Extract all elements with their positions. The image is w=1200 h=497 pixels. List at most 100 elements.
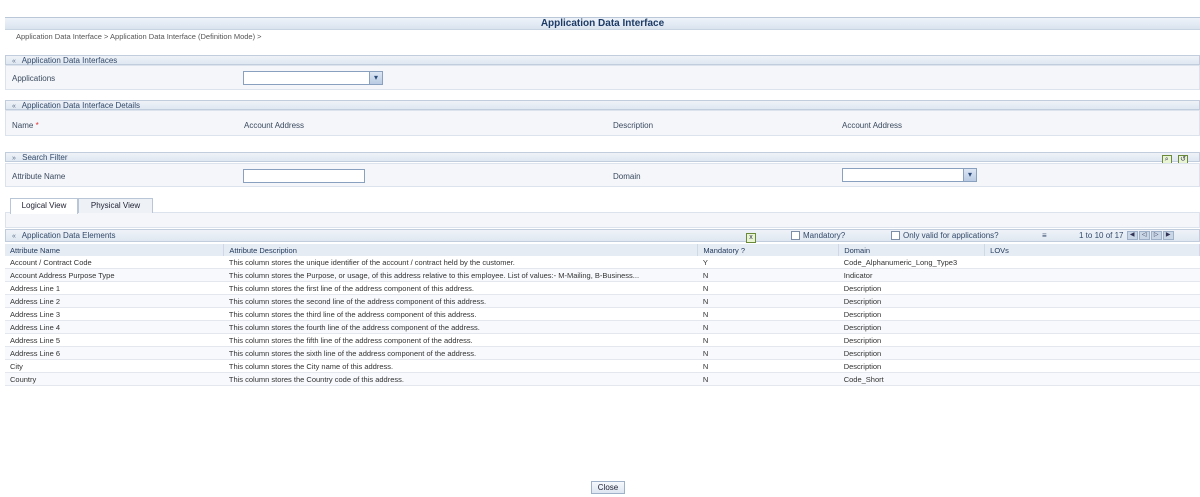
cell-domain: Description [838,346,985,360]
section-title: Search Filter [22,153,68,162]
pagination: 1 to 10 of 17 ◀ ◁ ▷ ▶ [1079,230,1174,242]
table-row[interactable]: Address Line 1 This column stores the fi… [5,281,1200,295]
cell-attribute-description: This column stores the third line of the… [223,307,698,321]
cell-mandatory: N [697,281,839,295]
cell-lovs [984,281,1200,295]
column-header-mandatory[interactable]: Mandatory ? [697,244,840,256]
section-title: Application Data Elements [21,231,116,240]
cell-lovs [984,256,1200,269]
cell-mandatory: N [697,268,839,282]
cell-lovs [984,333,1200,347]
cell-mandatory: N [697,372,839,386]
excel-export-icon[interactable]: x [746,231,756,243]
mandatory-filter-label: Mandatory? [803,231,846,240]
sort-icon[interactable]: ≡ [1042,230,1047,242]
section-header-search[interactable]: » Search Filter [5,152,1200,162]
cell-attribute-description: This column stores the first line of the… [223,281,698,295]
cell-domain: Indicator [838,268,985,282]
table-row[interactable]: Address Line 2 This column stores the se… [5,294,1200,308]
mandatory-checkbox[interactable] [791,231,800,241]
excel-icon: x [746,233,756,243]
table-row[interactable]: Country This column stores the Country c… [5,372,1200,386]
description-value: Account Address [842,121,903,130]
first-page-icon[interactable]: ◀ [1126,231,1138,241]
table-row[interactable]: Address Line 6 This column stores the si… [5,346,1200,360]
chevron-down-icon[interactable]: ▾ [963,169,976,181]
column-header-domain[interactable]: Domain [838,244,986,256]
cell-lovs [984,359,1200,373]
cell-attribute-description: This column stores the Country code of t… [223,372,698,386]
cell-attribute-description: This column stores the fifth line of the… [223,333,698,347]
cell-domain: Description [838,281,985,295]
required-mark: * [35,121,39,130]
cell-attribute-name: Account Address Purpose Type [5,268,224,282]
cell-attribute-name: Address Line 5 [5,333,224,347]
cell-domain: Description [838,359,985,373]
cell-mandatory: Y [697,256,839,269]
cell-lovs [984,294,1200,308]
prev-page-icon[interactable]: ◁ [1138,231,1150,241]
section-header-elements[interactable]: « Application Data Elements x Mandatory?… [5,229,1200,243]
cell-attribute-name: Address Line 6 [5,346,224,360]
details-row: Name * Account Address Description Accou… [5,110,1200,136]
mandatory-filter[interactable]: Mandatory? [791,230,845,242]
tab-logical-view[interactable]: Logical View [10,198,78,214]
table-row[interactable]: Address Line 3 This column stores the th… [5,307,1200,321]
applications-select[interactable]: ▾ [243,71,383,85]
close-button[interactable]: Close [591,481,625,494]
cell-attribute-description: This column stores the sixth line of the… [223,346,698,360]
valid-checkbox[interactable] [891,231,900,241]
cell-attribute-description: This column stores the City name of this… [223,359,698,373]
cell-domain: Code_Alphanumeric_Long_Type3 [838,256,985,269]
cell-mandatory: N [697,320,839,334]
cell-mandatory: N [697,359,839,373]
column-header-attribute-name[interactable]: Attribute Name [5,244,225,256]
name-value: Account Address [244,121,305,130]
pagination-text: 1 to 10 of 17 [1079,231,1124,240]
cell-domain: Description [838,333,985,347]
table-row[interactable]: Address Line 5 This column stores the fi… [5,333,1200,347]
section-title: Application Data Interface Details [21,101,140,110]
breadcrumb[interactable]: Application Data Interface > Application… [16,32,262,41]
cell-domain: Description [838,294,985,308]
table-row[interactable]: Account / Contract Code This column stor… [5,256,1200,269]
cell-lovs [984,346,1200,360]
cell-lovs [984,268,1200,282]
chevron-down-icon[interactable]: ▾ [369,72,382,84]
cell-attribute-description: This column stores the second line of th… [223,294,698,308]
collapse-icon[interactable]: « [12,103,16,110]
domain-select[interactable]: ▾ [842,168,977,182]
cell-attribute-name: Address Line 1 [5,281,224,295]
description-label: Description [613,121,654,130]
section-header-details[interactable]: « Application Data Interface Details [5,100,1200,110]
section-title: Application Data Interfaces [21,56,118,65]
cell-attribute-name: Country [5,372,224,386]
cell-attribute-name: City [5,359,224,373]
table-row[interactable]: Address Line 4 This column stores the fo… [5,320,1200,334]
last-page-icon[interactable]: ▶ [1162,231,1174,241]
attribute-name-input[interactable] [243,169,365,183]
next-page-icon[interactable]: ▷ [1150,231,1162,241]
tab-physical-view[interactable]: Physical View [78,198,153,213]
table-row[interactable]: City This column stores the City name of… [5,359,1200,373]
cell-domain: Description [838,320,985,334]
name-label: Name * [12,121,39,130]
cell-lovs [984,307,1200,321]
grid-header-row: Attribute Name Attribute Description Man… [5,244,1200,256]
section-header-interfaces[interactable]: « Application Data Interfaces [5,55,1200,65]
expand-icon[interactable]: » [12,155,16,162]
cell-mandatory: N [697,333,839,347]
table-row[interactable]: Account Address Purpose Type This column… [5,268,1200,282]
valid-filter[interactable]: Only valid for applications? [891,230,999,242]
cell-domain: Code_Short [838,372,985,386]
domain-label: Domain [613,172,641,181]
data-elements-grid: Attribute Name Attribute Description Man… [5,244,1200,386]
tab-strip-background [5,212,1200,228]
applications-row: Applications ▾ [5,65,1200,90]
collapse-icon[interactable]: « [12,233,16,240]
collapse-icon[interactable]: « [12,58,16,65]
cell-mandatory: N [697,346,839,360]
column-header-lovs[interactable]: LOVs [984,244,1200,256]
cell-attribute-name: Account / Contract Code [5,256,224,269]
column-header-attribute-description[interactable]: Attribute Description [223,244,699,256]
